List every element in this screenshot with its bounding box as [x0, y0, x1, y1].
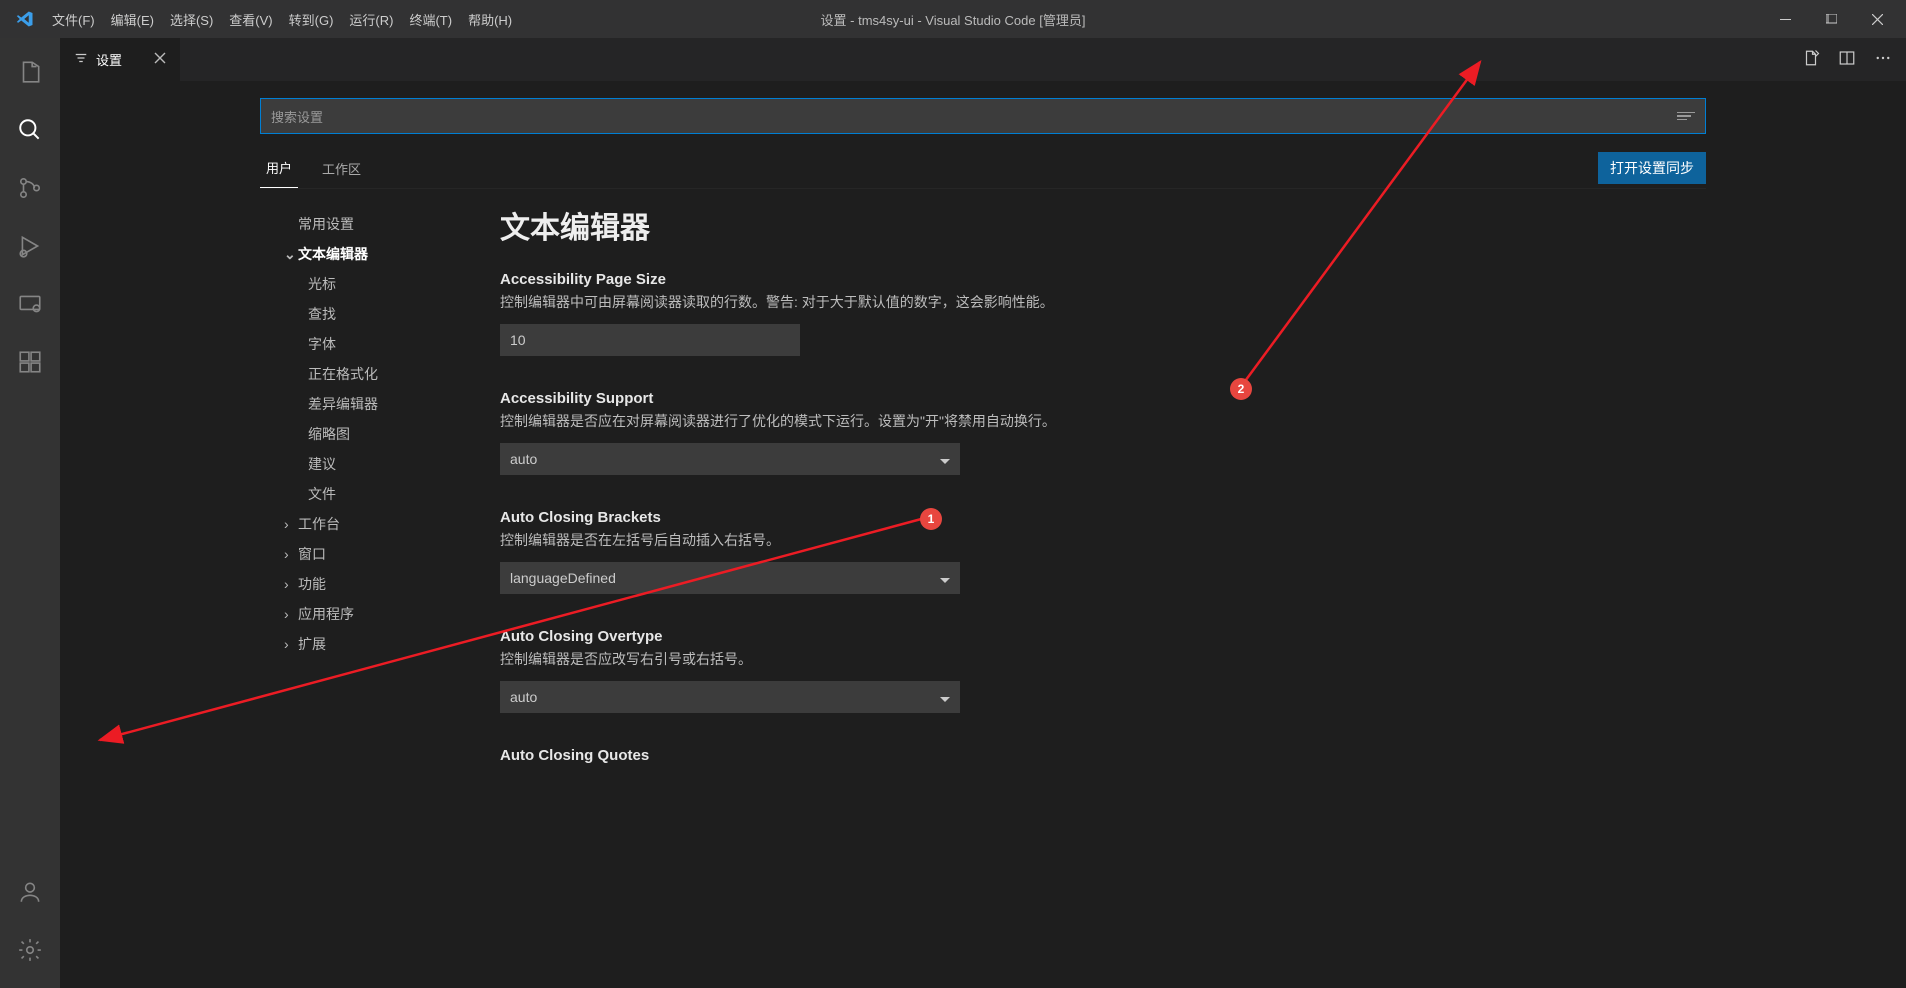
toc-font[interactable]: 字体: [276, 329, 480, 359]
setting-title: Auto Closing Overtype: [500, 628, 1706, 645]
settings-content[interactable]: 文本编辑器 Accessibility Page Size 控制编辑器中可由屏幕…: [480, 203, 1706, 988]
settings-search-input[interactable]: 搜索设置: [260, 98, 1706, 134]
remote-icon[interactable]: [6, 280, 54, 328]
toc-find[interactable]: 查找: [276, 299, 480, 329]
setting-auto-closing-overtype: Auto Closing Overtype 控制编辑器是否应改写右引号或右括号。…: [500, 628, 1706, 713]
setting-desc: 控制编辑器是否应改写右引号或右括号。: [500, 649, 1706, 669]
section-heading: 文本编辑器: [500, 203, 1706, 247]
chevron-down-icon: [940, 689, 950, 705]
setting-accessibility-page-size: Accessibility Page Size 控制编辑器中可由屏幕阅读器读取的…: [500, 271, 1706, 356]
chevron-right-icon: ›: [284, 576, 298, 592]
activity-bar: [0, 38, 60, 988]
close-button[interactable]: [1854, 0, 1900, 38]
menu-view[interactable]: 查看(V): [221, 4, 280, 35]
setting-accessibility-support: Accessibility Support 控制编辑器是否应在对屏幕阅读器进行了…: [500, 390, 1706, 475]
toc-application[interactable]: ›应用程序: [276, 599, 480, 629]
page-size-input[interactable]: [500, 324, 800, 356]
setting-desc: 控制编辑器中可由屏幕阅读器读取的行数。警告: 对于大于默认值的数字，这会影响性能…: [500, 292, 1706, 312]
more-actions-icon[interactable]: [1874, 49, 1892, 70]
setting-title: Auto Closing Brackets: [500, 509, 1706, 526]
chevron-right-icon: ›: [284, 636, 298, 652]
chevron-right-icon: ›: [284, 546, 298, 562]
scope-tab-user[interactable]: 用户: [260, 148, 298, 188]
maximize-button[interactable]: [1808, 0, 1854, 38]
menu-edit[interactable]: 编辑(E): [103, 4, 162, 35]
chevron-right-icon: ›: [284, 516, 298, 532]
editor-tabbar: 设置: [60, 38, 1906, 82]
toc-common[interactable]: 常用设置: [276, 209, 480, 239]
setting-title: Auto Closing Quotes: [500, 747, 1706, 764]
window-title: 设置 - tms4sy-ui - Visual Studio Code [管理员…: [821, 10, 1086, 29]
chevron-right-icon: ›: [284, 606, 298, 622]
extensions-icon[interactable]: [6, 338, 54, 386]
toc-files[interactable]: 文件: [276, 479, 480, 509]
menu-help[interactable]: 帮助(H): [460, 4, 520, 35]
auto-closing-brackets-select[interactable]: languageDefined: [500, 562, 960, 594]
settings-tab[interactable]: 设置: [60, 38, 180, 81]
menu-goto[interactable]: 转到(G): [281, 4, 342, 35]
search-placeholder: 搜索设置: [271, 107, 323, 126]
settings-scope-row: 用户 工作区 打开设置同步: [260, 148, 1706, 189]
toc-diff[interactable]: 差异编辑器: [276, 389, 480, 419]
split-editor-icon[interactable]: [1838, 49, 1856, 70]
explorer-icon[interactable]: [6, 48, 54, 96]
settings-body: 搜索设置 用户 工作区 打开设置同步 常用设置 ⌄文本编辑器 光标 查找: [60, 82, 1906, 988]
setting-auto-closing-brackets: Auto Closing Brackets 控制编辑器是否在左括号后自动插入右括…: [500, 509, 1706, 594]
debug-icon[interactable]: [6, 222, 54, 270]
auto-closing-overtype-select[interactable]: auto: [500, 681, 960, 713]
settings-toc: 常用设置 ⌄文本编辑器 光标 查找 字体 正在格式化 差异编辑器 缩略图 建议 …: [260, 203, 480, 988]
toc-window[interactable]: ›窗口: [276, 539, 480, 569]
accessibility-support-select[interactable]: auto: [500, 443, 960, 475]
chevron-down-icon: [940, 451, 950, 467]
settings-gear-icon[interactable]: [6, 926, 54, 974]
settings-sync-button[interactable]: 打开设置同步: [1598, 152, 1706, 184]
toc-workbench[interactable]: ›工作台: [276, 509, 480, 539]
minimize-button[interactable]: [1762, 0, 1808, 38]
setting-title: Accessibility Page Size: [500, 271, 1706, 288]
setting-desc: 控制编辑器是否应在对屏幕阅读器进行了优化的模式下运行。设置为"开"将禁用自动换行…: [500, 411, 1706, 431]
menu-file[interactable]: 文件(F): [44, 4, 103, 35]
menu-terminal[interactable]: 终端(T): [401, 4, 460, 35]
setting-desc: 控制编辑器是否在左括号后自动插入右括号。: [500, 530, 1706, 550]
account-icon[interactable]: [6, 868, 54, 916]
filter-icon: [74, 51, 88, 68]
toc-suggest[interactable]: 建议: [276, 449, 480, 479]
tab-label: 设置: [96, 50, 122, 69]
vscode-icon: [16, 10, 34, 28]
toc-features[interactable]: ›功能: [276, 569, 480, 599]
menu-select[interactable]: 选择(S): [162, 4, 221, 35]
menu-run[interactable]: 运行(R): [341, 4, 401, 35]
toc-minimap[interactable]: 缩略图: [276, 419, 480, 449]
chevron-down-icon: ⌄: [284, 246, 298, 263]
toc-text-editor[interactable]: ⌄文本编辑器: [276, 239, 480, 269]
close-tab-icon[interactable]: [154, 52, 166, 67]
source-control-icon[interactable]: [6, 164, 54, 212]
scope-tab-workspace[interactable]: 工作区: [316, 149, 367, 188]
setting-auto-closing-quotes: Auto Closing Quotes: [500, 747, 1706, 764]
setting-title: Accessibility Support: [500, 390, 1706, 407]
toc-cursor[interactable]: 光标: [276, 269, 480, 299]
chevron-down-icon: [940, 570, 950, 586]
open-settings-json-icon[interactable]: [1802, 49, 1820, 70]
titlebar: 文件(F) 编辑(E) 选择(S) 查看(V) 转到(G) 运行(R) 终端(T…: [0, 0, 1906, 38]
toc-extensions[interactable]: ›扩展: [276, 629, 480, 659]
search-icon[interactable]: [6, 106, 54, 154]
toc-formatting[interactable]: 正在格式化: [276, 359, 480, 389]
search-filter-icon[interactable]: [1677, 112, 1695, 121]
